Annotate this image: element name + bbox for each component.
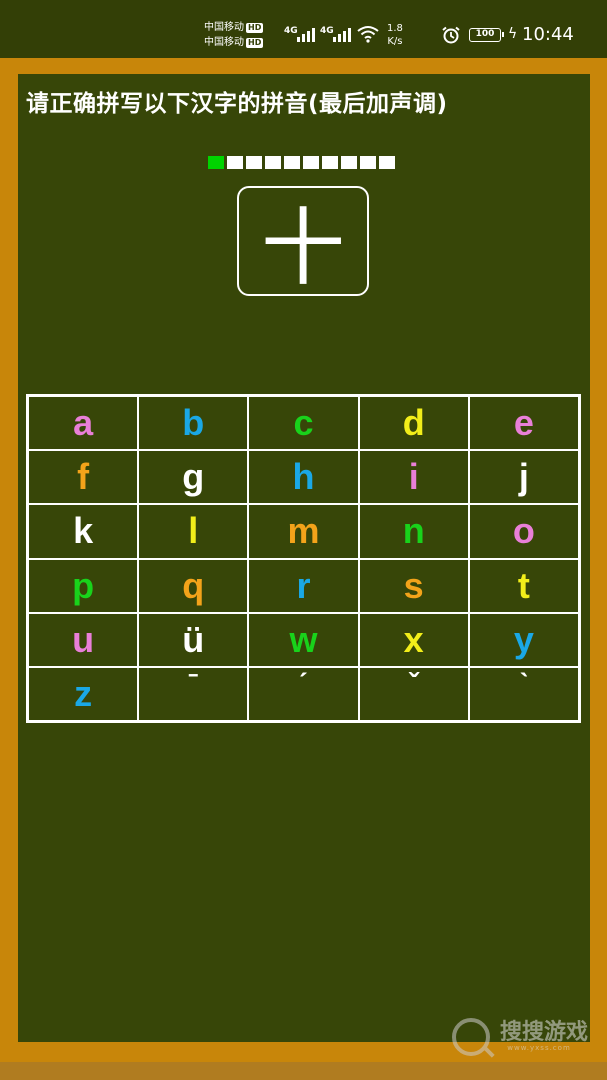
carrier-1: 中国移动 — [204, 22, 244, 33]
letter-key-l[interactable]: l — [137, 503, 250, 560]
letter-key-h[interactable]: h — [247, 449, 360, 506]
watermark: 搜搜游戏 www.yxss.com — [452, 1018, 588, 1056]
letter-key-n[interactable]: n — [357, 503, 470, 560]
letter-key-z[interactable]: z — [27, 665, 140, 722]
letter-key-w[interactable]: w — [247, 611, 360, 668]
letter-key-a[interactable]: a — [27, 395, 140, 452]
letter-key-j[interactable]: j — [467, 449, 580, 506]
pinyin-keyboard: abcde fghij klmno pqrst uüwxy zˉˊˇˋ — [26, 394, 581, 723]
letter-key-f[interactable]: f — [27, 449, 140, 506]
letter-key-b[interactable]: b — [137, 395, 250, 452]
letter-key-r[interactable]: r — [247, 557, 360, 614]
letter-key-t[interactable]: t — [467, 557, 580, 614]
letter-key-i[interactable]: i — [357, 449, 470, 506]
progress-step — [360, 156, 376, 169]
tone-key-4[interactable]: ˋ — [467, 665, 580, 722]
search-logo-icon — [452, 1018, 490, 1056]
progress-step — [379, 156, 395, 169]
speed-value: 1.8 — [387, 23, 403, 34]
letter-key-u[interactable]: u — [27, 611, 140, 668]
letter-key-p[interactable]: p — [27, 557, 140, 614]
speed-unit: K/s — [387, 36, 403, 47]
status-bar: 中国移动 HD 中国移动 HD 4G 4G 1.8 K/s 100 ϟ 10:44 — [0, 0, 607, 58]
network-type-1: 4G — [284, 26, 298, 36]
letter-key-d[interactable]: d — [357, 395, 470, 452]
letter-key-o[interactable]: o — [467, 503, 580, 560]
letter-key-x[interactable]: x — [357, 611, 470, 668]
bottom-frame — [0, 1062, 607, 1080]
battery-icon: 100 — [469, 28, 504, 42]
hd-badge: HD — [246, 23, 264, 33]
letter-key-k[interactable]: k — [27, 503, 140, 560]
signal-bars-icon — [333, 26, 351, 42]
alarm-clock-icon — [442, 26, 460, 44]
letter-key-m[interactable]: m — [247, 503, 360, 560]
letter-key-c[interactable]: c — [247, 395, 360, 452]
letter-key-y[interactable]: y — [467, 611, 580, 668]
character-card: 十 — [237, 186, 369, 297]
wifi-icon — [357, 26, 379, 43]
progress-step — [265, 156, 281, 169]
signal-bars-icon — [297, 26, 315, 42]
network-type-2: 4G — [320, 26, 334, 36]
hd-badge: HD — [246, 38, 264, 48]
tone-key-1[interactable]: ˉ — [137, 665, 250, 722]
target-character: 十 — [260, 198, 345, 297]
letter-key-q[interactable]: q — [137, 557, 250, 614]
progress-step-done — [208, 156, 224, 169]
network-speed: 1.8 K/s — [387, 22, 403, 48]
tone-key-2[interactable]: ˊ — [247, 665, 360, 722]
progress-step — [246, 156, 262, 169]
progress-step — [341, 156, 357, 169]
progress-step — [227, 156, 243, 169]
letter-key-u-umlaut[interactable]: ü — [137, 611, 250, 668]
letter-key-g[interactable]: g — [137, 449, 250, 506]
carrier-info: 中国移动 HD 中国移动 HD — [204, 20, 264, 50]
clock: 10:44 — [522, 24, 574, 45]
tone-key-3[interactable]: ˇ — [357, 665, 470, 722]
charging-icon: ϟ — [508, 26, 518, 42]
progress-step — [322, 156, 338, 169]
carrier-2: 中国移动 — [204, 37, 244, 48]
letter-key-e[interactable]: e — [467, 395, 580, 452]
watermark-text: 搜搜游戏 — [500, 1020, 589, 1045]
instruction-text: 请正确拼写以下汉字的拼音(最后加声调) — [26, 91, 448, 117]
progress-step — [284, 156, 300, 169]
progress-step — [303, 156, 319, 169]
letter-key-s[interactable]: s — [357, 557, 470, 614]
progress-indicator — [208, 156, 395, 169]
watermark-url: www.yxss.com — [507, 1044, 571, 1052]
